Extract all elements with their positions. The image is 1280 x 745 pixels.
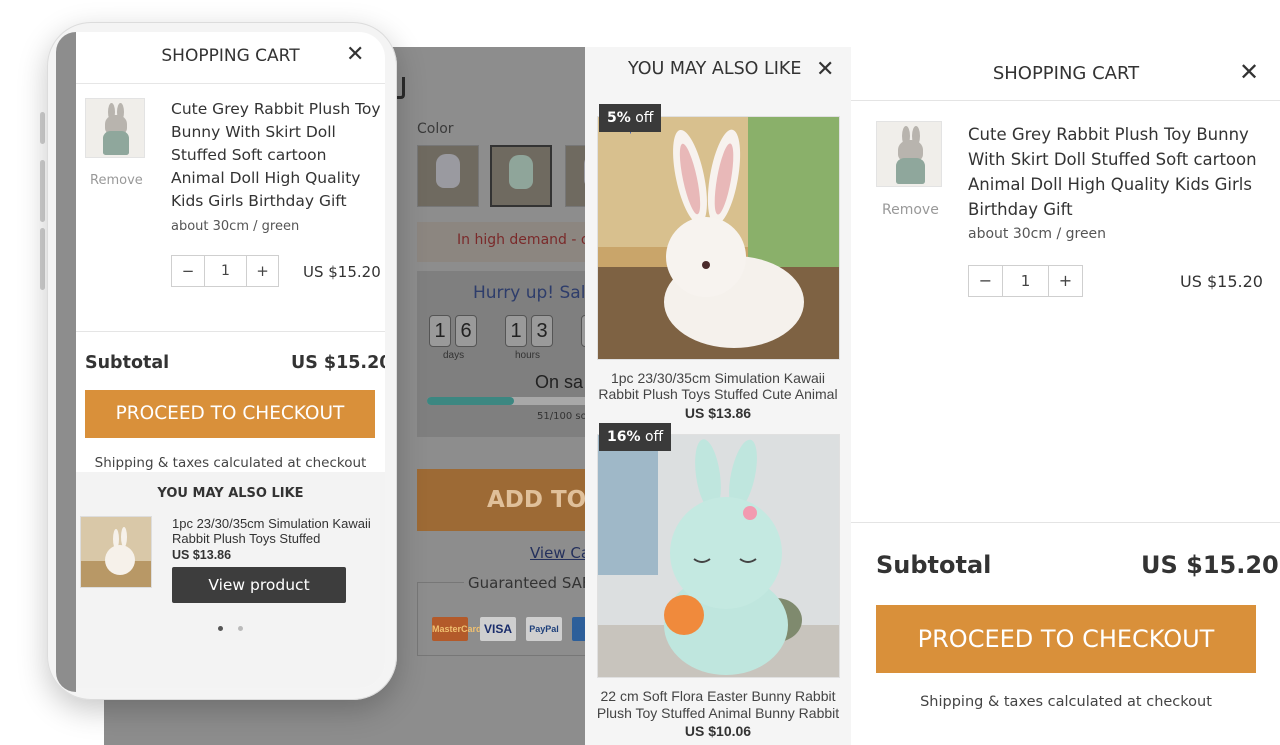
recommendation-name-line2[interactable]: Plush Toy Stuffed Animal Bunny Rabbit [585,705,851,721]
visa-icon: VISA [480,617,516,641]
recommendation-section: YOU MAY ALSO LIKE 1pc 23/30/35cm Simulat… [76,472,385,688]
demand-text: In high demand - o [457,232,585,248]
add-to-cart-label: ADD TO [487,487,585,513]
subtotal-label: Subtotal [85,353,170,373]
carousel-dot-active[interactable] [218,626,223,631]
color-swatch-green[interactable] [490,145,552,207]
qty-minus-button[interactable]: − [172,256,205,286]
cart-item-name[interactable]: Cute Grey Rabbit Plush Toy Bunny With Sk… [171,98,383,213]
white-rabbit-image [598,117,839,359]
paypal-icon: PayPal [526,617,562,641]
mastercard-icon: MasterCard [432,617,482,641]
phone-side-button [40,160,45,222]
qty-input[interactable]: 1 [205,256,247,286]
cart-item-variant: about 30cm / green [968,226,1107,242]
phone-cart-screen: SHOPPING CART ✕ Remove Cute Grey Rabbit … [76,32,385,688]
recommendation-price: US $13.86 [172,548,232,562]
recommendation-title: YOU MAY ALSO LIKE [157,486,304,501]
mint-bunny-image [598,435,839,677]
view-cart-link[interactable]: View Ca [530,544,585,562]
phone-side-button [40,228,45,290]
countdown-digit: 1 [505,315,527,347]
hurry-text: Hurry up! Sal [473,283,585,303]
recommendation-name[interactable]: 22 cm Soft Flora Easter Bunny Rabbit [585,688,851,704]
countdown-digit: 6 [455,315,477,347]
countdown-digit: 1 [429,315,451,347]
cart-item-thumbnail[interactable] [85,98,145,158]
close-icon[interactable]: ✕ [1239,58,1259,86]
recommendation-name-line2[interactable]: Rabbit Plush Toys Stuffed Cute Animal [585,386,851,402]
divider [76,331,385,332]
guaranteed-box: Guaranteed SAF MasterCard VISA PayPal Am… [417,574,585,656]
cart-item-variant: about 30cm / green [171,219,300,234]
phone-background-strip [56,32,76,692]
sold-progress-bar [427,397,585,405]
days-label: days [443,350,465,361]
amex-icon: AmEx [572,617,585,641]
desktop-cart-panel: SHOPPING CART ✕ Remove Cute Grey Rabbit … [851,47,1280,745]
remove-link[interactable]: Remove [882,202,939,218]
qty-plus-button[interactable]: + [1049,266,1082,296]
demand-banner: In high demand - o [417,222,585,262]
recommendation-thumbnail[interactable] [80,516,152,588]
recommendations-title: YOU MAY ALSO LIKE [628,59,802,79]
close-icon[interactable]: ✕ [346,42,364,67]
cart-item-name[interactable]: Cute Grey Rabbit Plush Toy Bunny With Sk… [968,122,1268,222]
cart-item-price: US $15.20 [303,263,381,281]
subtotal-label: Subtotal [876,551,992,579]
recommendation-name[interactable]: 1pc 23/30/35cm Simulation Kawaii Rabbit … [172,516,382,546]
countdown-box: Hurry up! Sal 1 6 days 1 3 hours On sa 5… [417,271,585,437]
recommendations-panel: YOU MAY ALSO LIKE ✕ 5% off Dabiqu 1pc 23… [585,47,851,745]
recommendation-image[interactable] [597,116,840,360]
carousel-dot[interactable] [238,626,243,631]
hours-label: hours [515,350,541,361]
remove-link[interactable]: Remove [90,173,143,188]
discount-badge: 5% off [599,104,662,132]
proceed-to-checkout-button[interactable]: PROCEED TO CHECKOUT [876,605,1256,673]
quantity-stepper: − 1 + [171,255,279,287]
quantity-stepper: − 1 + [968,265,1083,297]
sold-count-text: 51/100 so [537,411,585,422]
shipping-note: Shipping & taxes calculated at checkout [94,455,367,471]
cart-summary: Subtotal US $15.20 PROCEED TO CHECKOUT S… [851,522,1280,745]
subtotal-value: US $15.20 [291,353,385,373]
phone-cart-title: SHOPPING CART [161,46,300,66]
screenshot-stage: Color In high demand - o Hurry up! Sal 1… [0,0,1280,745]
cart-item-thumbnail[interactable] [876,121,942,187]
cart-item-price: US $15.20 [1180,272,1263,291]
desktop-cart-header: SHOPPING CART ✕ [851,47,1280,101]
desktop-cart-title: SHOPPING CART [992,63,1140,84]
recommendation-name[interactable]: 1pc 23/30/35cm Simulation Kawaii [585,370,851,386]
close-icon[interactable]: ✕ [816,57,834,82]
sold-progress-fill [427,397,514,405]
recommendation-price: US $10.06 [684,723,752,739]
color-label: Color [417,121,454,137]
phone-side-button [40,112,45,144]
recommendation-image[interactable] [597,434,840,678]
qty-plus-button[interactable]: + [247,256,278,286]
color-swatch-other[interactable] [565,145,585,207]
recommendation-price: US $13.86 [684,405,752,421]
countdown-digit: 3 [531,315,553,347]
qty-minus-button[interactable]: − [969,266,1003,296]
view-product-button[interactable]: View product [172,567,346,603]
proceed-to-checkout-button[interactable]: PROCEED TO CHECKOUT [85,390,375,438]
add-to-cart-button[interactable]: ADD TO [417,469,585,531]
phone-cart-header: SHOPPING CART ✕ [76,32,385,84]
subtotal-value: US $15.20 [1141,551,1279,579]
shipping-note: Shipping & taxes calculated at checkout [920,694,1212,710]
color-swatch-grey[interactable] [417,145,479,207]
on-sale-text: On sa [535,372,584,392]
guaranteed-label: Guaranteed SAF [464,574,585,592]
discount-badge: 16% off [599,423,672,451]
qty-input[interactable]: 1 [1003,266,1049,296]
